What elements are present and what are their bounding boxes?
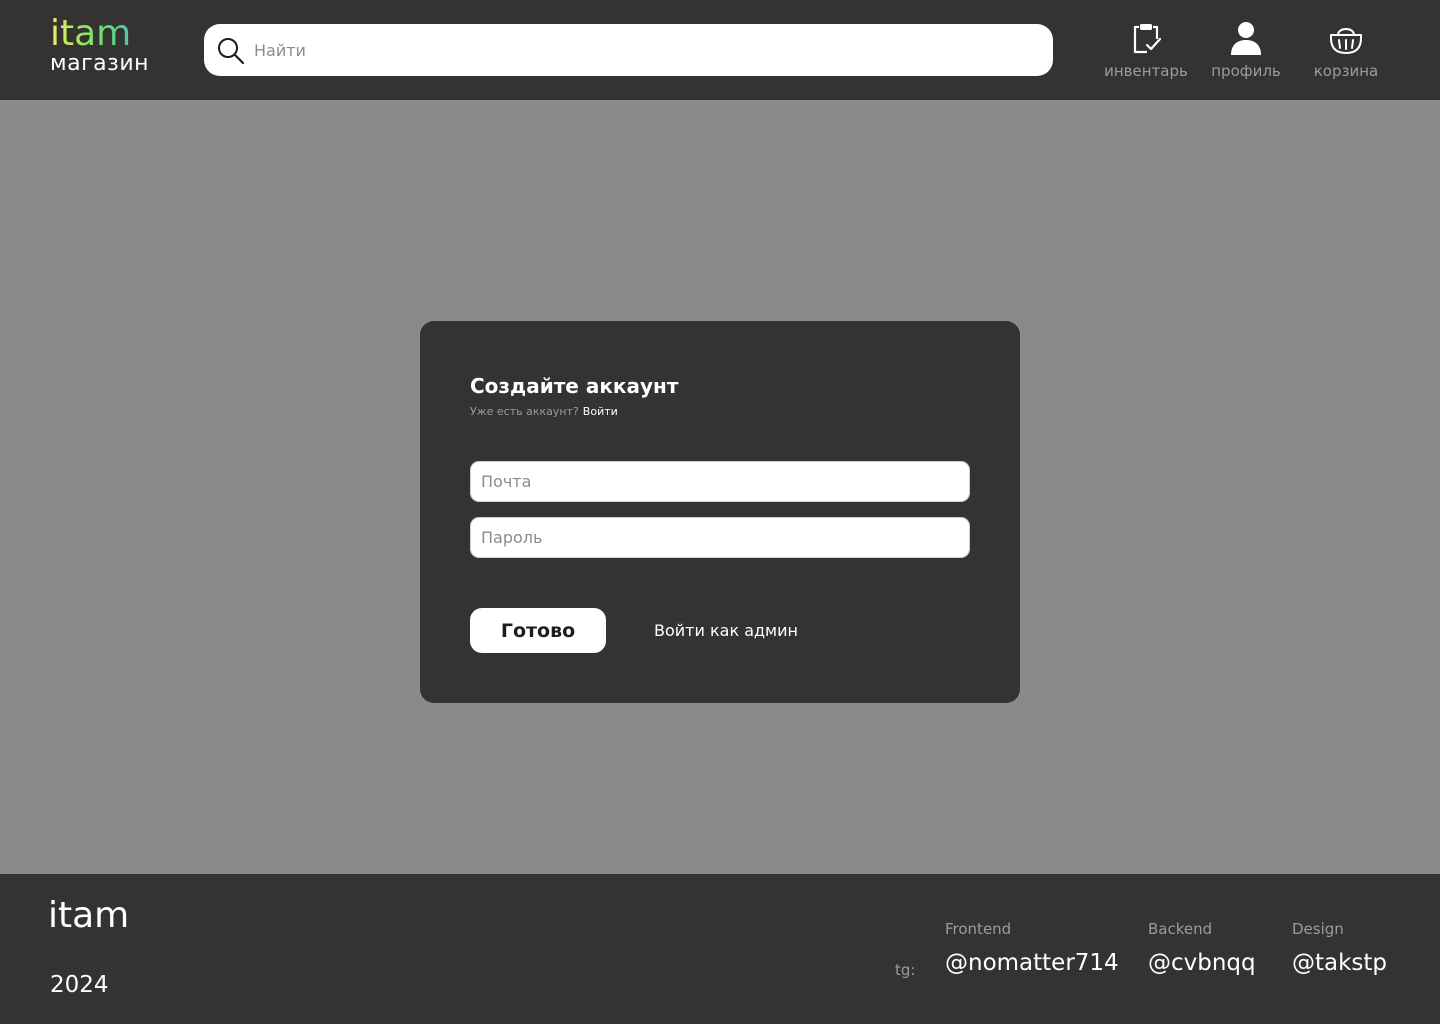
- have-account-text: Уже есть аккаунт?: [470, 405, 579, 418]
- contact-handle[interactable]: @takstp: [1292, 950, 1387, 976]
- contact-role: Design: [1292, 920, 1344, 938]
- nav-profile-label: профиль: [1211, 62, 1281, 80]
- user-icon: [1231, 22, 1261, 55]
- logo[interactable]: itam магазин: [50, 16, 160, 82]
- email-field[interactable]: [470, 461, 970, 502]
- search-input[interactable]: [254, 24, 1034, 76]
- contact-design: Design @takstp: [1292, 920, 1387, 976]
- register-card: Создайте аккаунт Уже есть аккаунт? Войти …: [420, 321, 1020, 703]
- contact-handle[interactable]: @cvbnqq: [1148, 950, 1256, 976]
- footer-year: 2024: [50, 972, 109, 998]
- nav-cart-label: корзина: [1313, 62, 1379, 80]
- top-header: itam магазин инвентарь профиль: [0, 0, 1440, 100]
- nav-inventory-label: инвентарь: [1104, 62, 1188, 80]
- contact-role: Frontend: [945, 920, 1012, 938]
- form-title: Создайте аккаунт: [470, 374, 679, 398]
- contact-backend: Backend @cvbnqq: [1148, 920, 1256, 976]
- nav-inventory[interactable]: инвентарь: [1096, 20, 1196, 84]
- submit-button[interactable]: Готово: [470, 608, 606, 653]
- search-icon: [218, 38, 245, 65]
- contact-frontend: Frontend @nomatter714: [945, 920, 1119, 976]
- footer-logo: itam: [48, 895, 130, 936]
- footer: itam 2024 tg: Frontend @nomatter714 Back…: [0, 874, 1440, 1024]
- nav-cart[interactable]: корзина: [1296, 20, 1396, 84]
- contact-handle[interactable]: @nomatter714: [945, 950, 1119, 976]
- password-input[interactable]: [471, 518, 969, 557]
- admin-login-link[interactable]: Войти как админ: [654, 621, 798, 640]
- search-bar[interactable]: [204, 24, 1053, 76]
- basket-icon: [1330, 28, 1362, 54]
- password-field[interactable]: [470, 517, 970, 558]
- contact-role: Backend: [1148, 920, 1213, 938]
- telegram-label: tg:: [895, 961, 916, 979]
- nav-profile[interactable]: профиль: [1196, 20, 1296, 84]
- clipboard-check-icon: [1133, 24, 1162, 54]
- email-input[interactable]: [471, 462, 969, 501]
- logo-subtitle: магазин: [50, 51, 149, 76]
- logo-word: itam: [50, 16, 160, 52]
- login-link[interactable]: Войти: [583, 405, 618, 418]
- have-account-line: Уже есть аккаунт? Войти: [470, 405, 618, 418]
